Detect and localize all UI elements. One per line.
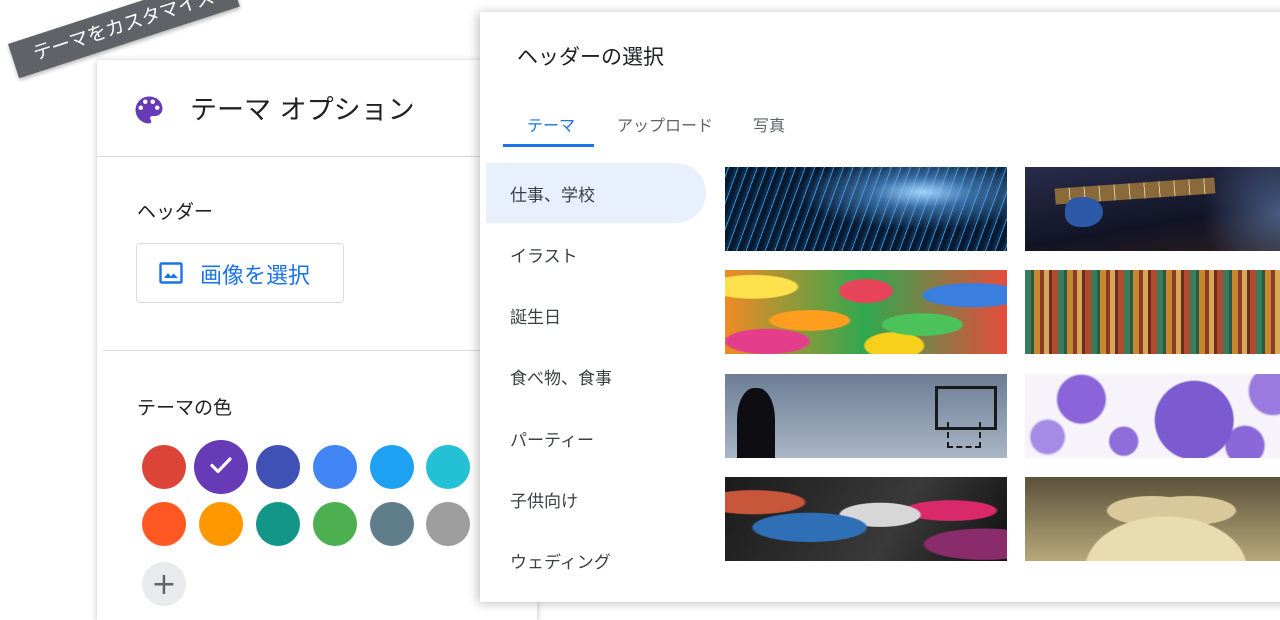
category-label: 仕事、学校: [510, 186, 595, 206]
category-kids[interactable]: 子供向け: [486, 469, 706, 529]
category-work-school[interactable]: 仕事、学校: [486, 163, 706, 223]
hand-shape: [1065, 197, 1103, 227]
section-divider: [103, 350, 537, 351]
category-label: ウェディング: [510, 553, 611, 573]
category-label: 子供向け: [510, 492, 578, 512]
category-label: 誕生日: [510, 308, 561, 328]
category-wedding[interactable]: ウェディング: [486, 530, 706, 590]
check-icon: [210, 457, 232, 474]
dialog-title: ヘッダーの選択: [517, 45, 664, 69]
plus-icon: +: [151, 567, 177, 602]
header-thumbnail-bubbles[interactable]: [1025, 374, 1280, 458]
color-swatch-selected[interactable]: [194, 440, 248, 494]
header-thumbnail-candy[interactable]: [725, 270, 1007, 354]
header-thumbnail-painted-hand[interactable]: [725, 477, 1007, 561]
color-swatch[interactable]: [370, 445, 414, 489]
category-birthday[interactable]: 誕生日: [486, 285, 706, 345]
header-thumbnail-threads[interactable]: [1025, 270, 1280, 354]
player-silhouette: [737, 388, 775, 458]
color-swatch[interactable]: [142, 445, 186, 489]
category-label: 食べ物、食事: [510, 369, 612, 389]
color-swatch[interactable]: [370, 502, 414, 546]
image-icon: [159, 262, 183, 284]
color-swatch[interactable]: [256, 445, 300, 489]
category-food[interactable]: 食べ物、食事: [486, 346, 706, 406]
category-label: イラスト: [510, 247, 578, 267]
net-shape: [947, 422, 981, 448]
theme-options-header: テーマ オプション: [97, 60, 537, 157]
palette-icon: [135, 96, 163, 124]
tab-photos[interactable]: 写真: [753, 112, 785, 136]
select-image-button[interactable]: 画像を選択: [136, 243, 344, 303]
header-thumbnail-guitar[interactable]: [1025, 167, 1280, 251]
color-swatch[interactable]: [199, 502, 243, 546]
theme-color-label: テーマの色: [137, 397, 233, 419]
header-section-label: ヘッダー: [137, 201, 214, 223]
add-color-button[interactable]: +: [142, 562, 186, 606]
color-swatch[interactable]: [313, 445, 357, 489]
active-tab-indicator: [503, 144, 594, 147]
header-thumbnail-book[interactable]: [1025, 477, 1280, 561]
header-thumbnail-sparks[interactable]: [725, 167, 1007, 251]
category-party[interactable]: パーティー: [486, 408, 706, 468]
category-illustration[interactable]: イラスト: [486, 224, 706, 284]
theme-options-title: テーマ オプション: [190, 95, 415, 126]
color-swatch[interactable]: [426, 445, 470, 489]
tab-upload[interactable]: アップロード: [617, 112, 713, 136]
color-swatch[interactable]: [256, 502, 300, 546]
category-label: パーティー: [510, 431, 594, 451]
color-swatch[interactable]: [313, 502, 357, 546]
header-thumbnail-basketball[interactable]: [725, 374, 1007, 458]
select-image-label: 画像を選択: [200, 264, 311, 289]
header-select-dialog: ヘッダーの選択 テーマ アップロード 写真 仕事、学校 イラスト 誕生日 食べ物…: [480, 12, 1280, 602]
theme-options-panel: テーマ オプション ヘッダー 画像を選択 テーマの色 +: [97, 60, 537, 620]
tab-theme[interactable]: テーマ: [527, 112, 575, 136]
color-swatch[interactable]: [426, 502, 470, 546]
color-swatch[interactable]: [142, 502, 186, 546]
